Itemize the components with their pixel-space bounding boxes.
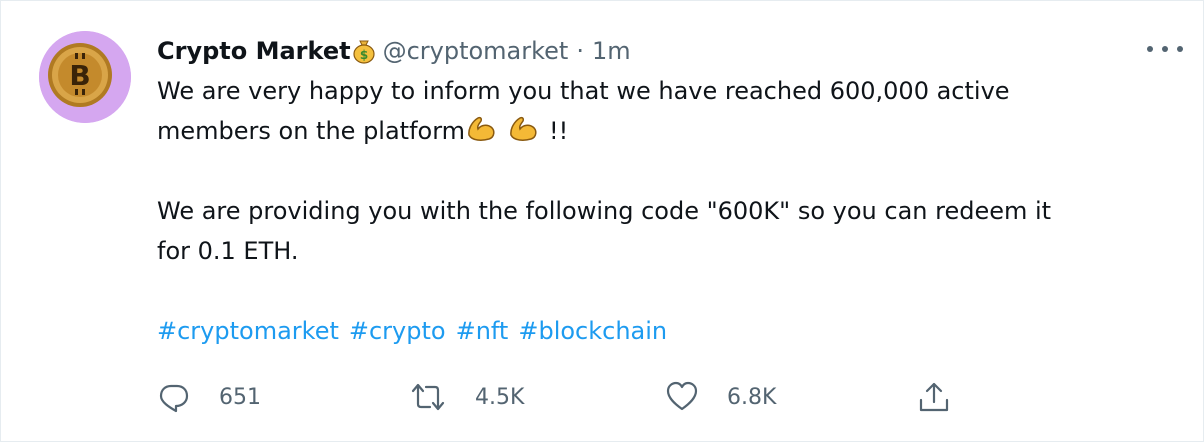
tweet-card[interactable]: B Crypto Market $ @cryptomarket · 1m We …: [0, 0, 1204, 442]
retweet-count: 4.5K: [475, 384, 525, 410]
share-button[interactable]: [917, 377, 951, 417]
body-line-text: members on the platform: [157, 117, 466, 145]
dot-icon: [1147, 46, 1153, 52]
body-line-text: !!: [549, 117, 569, 145]
hashtag-link[interactable]: #crypto: [349, 317, 446, 345]
hashtag-list: #cryptomarket #crypto #nft #blockchain: [157, 311, 1157, 351]
dot-icon: [1162, 46, 1168, 52]
body-line: for 0.1 ETH.: [157, 237, 299, 265]
hashtag-link[interactable]: #nft: [456, 317, 509, 345]
like-button[interactable]: 6.8K: [665, 377, 776, 417]
user-handle[interactable]: @cryptomarket: [383, 37, 569, 65]
heart-icon: [666, 381, 698, 411]
display-name[interactable]: Crypto Market: [157, 37, 351, 65]
reply-icon: [159, 384, 189, 413]
reply-button[interactable]: 651: [157, 377, 261, 417]
tweet-content: Crypto Market $ @cryptomarket · 1m We ar…: [157, 31, 1157, 351]
body-line: members on the platform !!: [157, 111, 1157, 151]
tweet-header: Crypto Market $ @cryptomarket · 1m: [157, 31, 1157, 71]
hashtag-link[interactable]: #cryptomarket: [157, 317, 339, 345]
money-bag-icon: $: [352, 40, 375, 64]
svg-text:B: B: [69, 59, 90, 92]
bitcoin-coin-icon: B: [39, 31, 131, 123]
retweet-button[interactable]: 4.5K: [409, 377, 524, 417]
timestamp[interactable]: 1m: [592, 37, 631, 65]
tweet-body: We are very happy to inform you that we …: [157, 71, 1157, 351]
body-line: We are providing you with the following …: [157, 197, 1052, 225]
retweet-icon: [411, 383, 445, 411]
dot-icon: [1177, 46, 1183, 52]
more-options-button[interactable]: [1147, 39, 1183, 59]
body-line: We are very happy to inform you that we …: [157, 77, 1010, 105]
tweet-actions: 651 4.5K 6.8K: [157, 377, 977, 417]
svg-text:$: $: [359, 48, 367, 62]
share-icon: [919, 382, 949, 412]
flexed-biceps-icon: [510, 116, 537, 141]
reply-count: 651: [219, 384, 261, 410]
like-count: 6.8K: [727, 384, 777, 410]
hashtag-link[interactable]: #blockchain: [518, 317, 667, 345]
avatar[interactable]: B: [39, 31, 131, 123]
separator-dot: ·: [576, 37, 584, 65]
flexed-biceps-icon: [468, 116, 495, 141]
